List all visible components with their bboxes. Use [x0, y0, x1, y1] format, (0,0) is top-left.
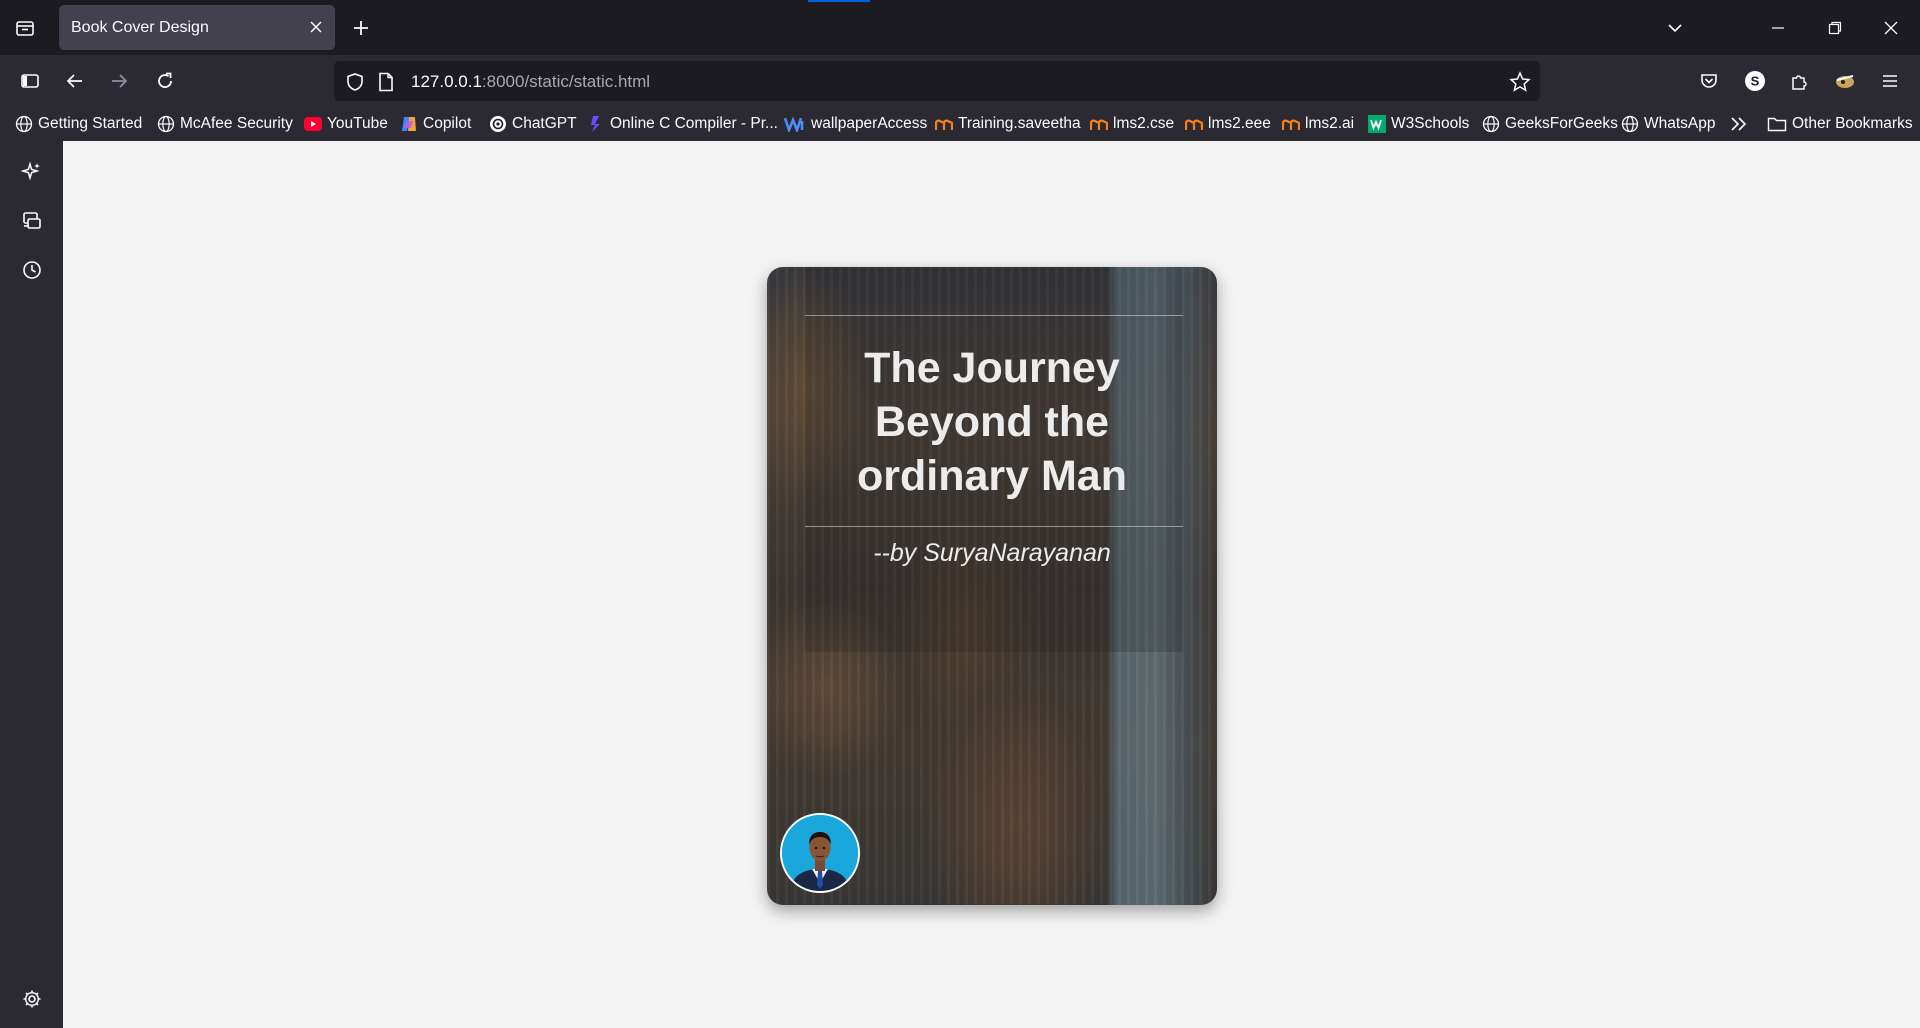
- more-bookmarks-chevron-icon[interactable]: [1730, 112, 1748, 136]
- bookmark-label: ChatGPT: [512, 115, 577, 132]
- book-cover: The Journey Beyond the ordinary Man --by…: [767, 267, 1217, 905]
- wallpaperaccess-icon: [784, 115, 806, 133]
- pocket-icon[interactable]: [1691, 63, 1727, 99]
- bookmark-youtube[interactable]: YouTube: [304, 112, 388, 136]
- bookmark-label: Getting Started: [38, 115, 143, 132]
- page-icon[interactable]: [375, 71, 397, 93]
- bookmark-mcafee-security[interactable]: McAfee Security: [157, 112, 293, 136]
- navigation-toolbar: 127.0.0.1:8000/static/static.html S: [0, 55, 1920, 106]
- url-path: :8000/static/static.html: [481, 72, 651, 91]
- bookmark-lms2-cse[interactable]: lms2.cse: [1090, 112, 1174, 136]
- page-content: The Journey Beyond the ordinary Man --by…: [63, 141, 1920, 1028]
- browser-sidebar: [0, 141, 63, 1028]
- url-host: 127.0.0.1: [411, 72, 482, 91]
- history-icon[interactable]: [16, 254, 48, 286]
- bookmark-copilot[interactable]: Copilot: [400, 112, 471, 136]
- menu-icon[interactable]: [1872, 63, 1908, 99]
- book-title-line: Beyond the: [874, 398, 1110, 446]
- close-icon[interactable]: [305, 16, 327, 38]
- bookmark-getting-started[interactable]: Getting Started: [15, 112, 142, 136]
- sidebar-toggle-icon[interactable]: [12, 63, 48, 99]
- moodle-icon: [1090, 115, 1108, 133]
- bookmark-whatsapp[interactable]: WhatsApp: [1621, 112, 1716, 136]
- window-close-icon[interactable]: [1876, 11, 1906, 45]
- bookmark-wallpaperaccess[interactable]: wallpaperAccess: [784, 112, 927, 136]
- tab-title: Book Cover Design: [71, 18, 209, 36]
- account-icon[interactable]: S: [1737, 63, 1773, 99]
- new-tab-icon[interactable]: [346, 11, 376, 45]
- folder-icon: [1767, 115, 1787, 133]
- bookmark-chatgpt[interactable]: ChatGPT: [489, 112, 577, 136]
- globe-icon: [1621, 115, 1639, 133]
- moodle-icon: [1185, 115, 1203, 133]
- url-text[interactable]: 127.0.0.1:8000/static/static.html: [411, 72, 650, 92]
- bookmark-label: Online C Compiler - Pr...: [610, 115, 778, 132]
- author-avatar: [780, 813, 860, 893]
- book-title: The Journey Beyond the ordinary Man: [767, 341, 1217, 503]
- ai-chatbot-icon[interactable]: [16, 156, 48, 188]
- url-bar[interactable]: 127.0.0.1:8000/static/static.html: [334, 61, 1540, 101]
- moodle-icon: [935, 115, 953, 133]
- minimize-icon[interactable]: [1763, 11, 1793, 45]
- bookmark-training-saveetha[interactable]: Training.saveetha: [935, 112, 1081, 136]
- bookmark-lms2-ai[interactable]: lms2.ai: [1282, 112, 1354, 136]
- compiler-icon: [587, 115, 605, 133]
- book-title-line: The Journey: [864, 344, 1120, 392]
- bookmark-label: WhatsApp: [1644, 115, 1716, 132]
- book-author: --by SuryaNarayanan: [873, 539, 1111, 567]
- globe-icon: [15, 115, 33, 133]
- bookmark-w3schools[interactable]: W3Schools: [1368, 112, 1469, 136]
- bookmark-label: Copilot: [423, 115, 472, 132]
- extension-avatar-icon[interactable]: [1827, 63, 1863, 99]
- w3schools-icon: [1368, 115, 1386, 133]
- bookmark-lms2-eee[interactable]: lms2.eee: [1185, 112, 1271, 136]
- bookmark-label: W3Schools: [1391, 115, 1470, 132]
- bookmark-online-c-compiler[interactable]: Online C Compiler - Pr...: [587, 112, 778, 136]
- tab-list-icon[interactable]: [10, 11, 40, 45]
- bookmark-label: lms2.eee: [1208, 115, 1271, 132]
- other-bookmarks-label: Other Bookmarks: [1792, 115, 1913, 132]
- moodle-icon: [1282, 115, 1300, 133]
- bookmark-label: lms2.cse: [1113, 115, 1175, 132]
- bottom-divider: [805, 526, 1183, 527]
- bookmarks-toolbar: Getting Started McAfee Security YouTube …: [0, 106, 1920, 141]
- restore-icon[interactable]: [1820, 11, 1850, 45]
- bookmark-label: YouTube: [327, 115, 388, 132]
- bookmark-label: McAfee Security: [180, 115, 293, 132]
- extensions-icon[interactable]: [1781, 63, 1817, 99]
- globe-icon: [157, 115, 175, 133]
- reload-icon[interactable]: [147, 63, 183, 99]
- other-bookmarks-folder[interactable]: Other Bookmarks: [1767, 112, 1913, 136]
- globe-icon: [1482, 115, 1500, 133]
- forward-icon[interactable]: [101, 63, 137, 99]
- youtube-icon: [304, 115, 322, 133]
- back-icon[interactable]: [57, 63, 93, 99]
- settings-gear-icon[interactable]: [16, 983, 48, 1015]
- tab-loading-indicator: [808, 0, 870, 2]
- book-title-line: ordinary Man: [857, 452, 1127, 500]
- svg-text:S: S: [1751, 74, 1760, 89]
- tab-strip: Book Cover Design: [0, 0, 1920, 55]
- synced-tabs-icon[interactable]: [16, 205, 48, 237]
- bookmark-label: Training.saveetha: [958, 115, 1081, 132]
- shield-icon[interactable]: [344, 71, 366, 93]
- chevron-down-icon[interactable]: [1660, 11, 1690, 45]
- tab-active[interactable]: Book Cover Design: [59, 5, 335, 50]
- bookmark-geeksforgeeks[interactable]: GeeksForGeeks: [1482, 112, 1618, 136]
- chatgpt-icon: [489, 115, 507, 133]
- copilot-icon: [400, 115, 418, 133]
- top-divider: [805, 315, 1183, 316]
- bookmark-label: GeeksForGeeks: [1505, 115, 1618, 132]
- bookmark-label: wallpaperAccess: [811, 115, 928, 132]
- star-icon[interactable]: [1509, 71, 1531, 93]
- bookmark-label: lms2.ai: [1305, 115, 1355, 132]
